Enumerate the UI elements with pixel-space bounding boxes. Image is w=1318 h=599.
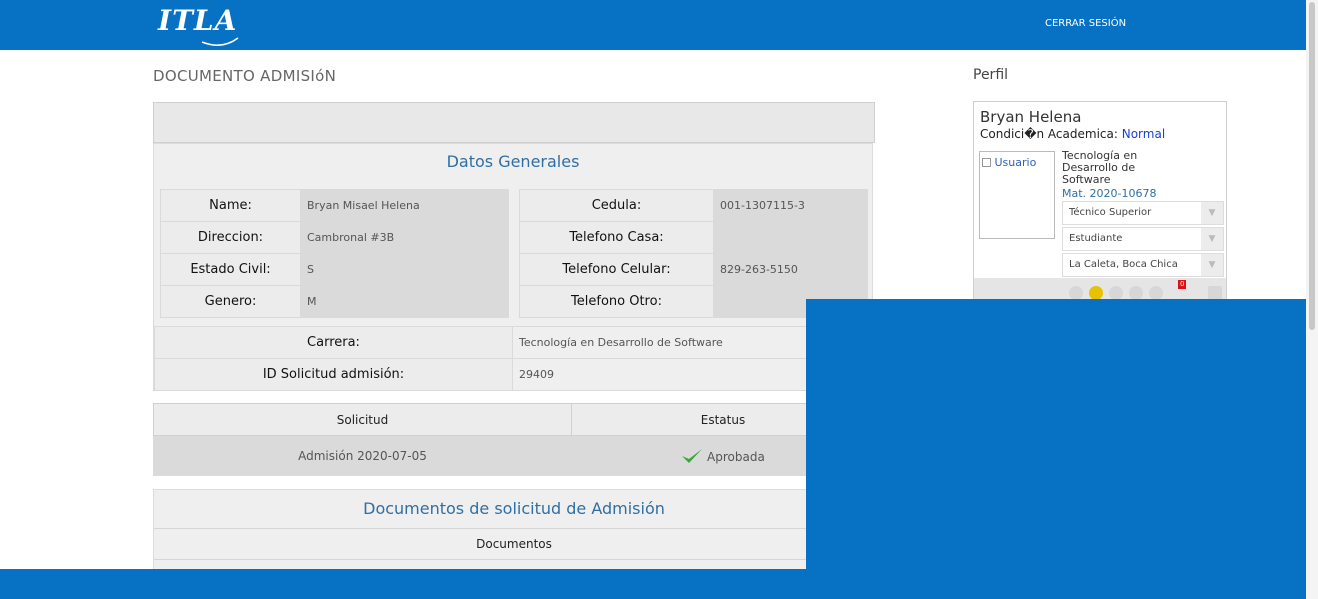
profile-matricula: Mat. 2020-10678 bbox=[1062, 187, 1157, 200]
telefono-celular-label: Telefono Celular: bbox=[519, 253, 714, 286]
cedula-label: Cedula: bbox=[519, 189, 714, 222]
chevron-down-icon: ▼ bbox=[1201, 254, 1223, 276]
page-title: DOCUMENTO ADMISIóN bbox=[153, 67, 337, 85]
academic-condition-label: Condici�n Academica: bbox=[980, 127, 1118, 141]
page: ITLA CERRAR SESIÓN DOCUMENTO ADMISIóN Da… bbox=[0, 0, 1318, 599]
level-select-value: Técnico Superior bbox=[1069, 207, 1152, 218]
cedula-value: 001-1307115-3 bbox=[713, 189, 868, 222]
direccion-value: Cambronal #3B bbox=[300, 221, 509, 254]
academic-condition: Condici�n Academica: Normal bbox=[980, 127, 1165, 141]
panel-header bbox=[153, 102, 875, 143]
estado-civil-label: Estado Civil: bbox=[160, 253, 301, 286]
profile-section-title: Perfil bbox=[973, 67, 1009, 83]
genero-label: Genero: bbox=[160, 285, 301, 318]
name-label: Name: bbox=[160, 189, 301, 222]
documentos-panel: Documentos de solicitud de Admisión Docu… bbox=[153, 489, 875, 579]
academic-condition-value: Normal bbox=[1121, 127, 1166, 141]
scrollbar-thumb[interactable] bbox=[1309, 2, 1315, 330]
table-row: Direccion: Cambronal #3B bbox=[160, 221, 509, 254]
level-select[interactable]: Técnico Superior ▼ bbox=[1062, 201, 1224, 225]
role-select-value: Estudiante bbox=[1069, 233, 1123, 244]
id-solicitud-label: ID Solicitud admisión: bbox=[154, 358, 513, 391]
chevron-down-icon: ▼ bbox=[1201, 228, 1223, 250]
personal-info-table: Name: Bryan Misael Helena Direccion: Cam… bbox=[160, 189, 509, 318]
profile-card: Bryan Helena Condici�n Academica: Normal… bbox=[973, 101, 1227, 302]
info-icon[interactable] bbox=[1089, 286, 1103, 300]
solicitud-status-table: Solicitud Estatus Admisión 2020-07-05 Ap… bbox=[153, 403, 875, 476]
table-row: Genero: M bbox=[160, 285, 509, 318]
telefono-otro-label: Telefono Otro: bbox=[519, 285, 714, 318]
user-photo-alt: Usuario bbox=[994, 156, 1037, 169]
genero-value: M bbox=[300, 285, 509, 318]
bottom-bar bbox=[0, 569, 1306, 599]
table-row: Telefono Celular: 829-263-5150 bbox=[519, 253, 868, 286]
role-select[interactable]: Estudiante ▼ bbox=[1062, 227, 1224, 251]
datos-generales-title: Datos Generales bbox=[446, 152, 580, 171]
solicitud-column-header: Solicitud bbox=[153, 403, 572, 436]
location-select[interactable]: La Caleta, Boca Chica ▼ bbox=[1062, 253, 1224, 277]
solicitud-value: Admisión 2020-07-05 bbox=[153, 435, 572, 476]
user-photo[interactable]: Usuario bbox=[979, 151, 1055, 239]
profile-career: Tecnología en Desarrollo de Software bbox=[1062, 149, 1138, 186]
blue-overlay-panel bbox=[806, 299, 1306, 599]
chat-icon[interactable] bbox=[1109, 286, 1123, 300]
table-row: Cedula: 001-1307115-3 bbox=[519, 189, 868, 222]
logout-link[interactable]: CERRAR SESIÓN bbox=[1045, 18, 1126, 29]
checkmark-icon bbox=[682, 448, 703, 463]
table-row: Admisión 2020-07-05 Aprobada bbox=[153, 435, 875, 476]
career-table: Carrera: Tecnología en Desarrollo de Sof… bbox=[154, 326, 872, 391]
table-row: ID Solicitud admisión: 29409 bbox=[154, 358, 872, 391]
table-row: Name: Bryan Misael Helena bbox=[160, 189, 509, 222]
telefono-casa-value bbox=[713, 221, 868, 254]
top-navbar: ITLA CERRAR SESIÓN bbox=[0, 0, 1306, 50]
estatus-value: Aprobada bbox=[707, 449, 765, 464]
profile-name: Bryan Helena bbox=[980, 108, 1082, 126]
table-row: Telefono Casa: bbox=[519, 221, 868, 254]
telefono-casa-label: Telefono Casa: bbox=[519, 221, 714, 254]
table-header-row: Solicitud Estatus bbox=[153, 403, 875, 436]
datos-generales-panel: Datos Generales Name: Bryan Misael Helen… bbox=[153, 143, 873, 391]
carrera-label: Carrera: bbox=[154, 326, 513, 359]
settings-icon[interactable] bbox=[1069, 286, 1083, 300]
table-row: Estado Civil: S bbox=[160, 253, 509, 286]
logo-swoosh-icon bbox=[201, 37, 239, 46]
estado-civil-value: S bbox=[300, 253, 509, 286]
broken-image-icon bbox=[982, 158, 991, 167]
documentos-subheader: Documentos bbox=[154, 528, 874, 560]
name-value: Bryan Misael Helena bbox=[300, 189, 509, 222]
chevron-down-icon: ▼ bbox=[1201, 202, 1223, 224]
table-row: Carrera: Tecnología en Desarrollo de Sof… bbox=[154, 326, 872, 359]
documentos-title: Documentos de solicitud de Admisión bbox=[363, 499, 665, 518]
location-select-value: La Caleta, Boca Chica bbox=[1069, 259, 1178, 270]
direccion-label: Direccion: bbox=[160, 221, 301, 254]
help-icon[interactable] bbox=[1129, 286, 1143, 300]
notification-badge: 0 bbox=[1178, 280, 1187, 289]
telefono-celular-value: 829-263-5150 bbox=[713, 253, 868, 286]
folder-icon[interactable] bbox=[1208, 286, 1222, 300]
mail-icon[interactable] bbox=[1149, 286, 1163, 300]
